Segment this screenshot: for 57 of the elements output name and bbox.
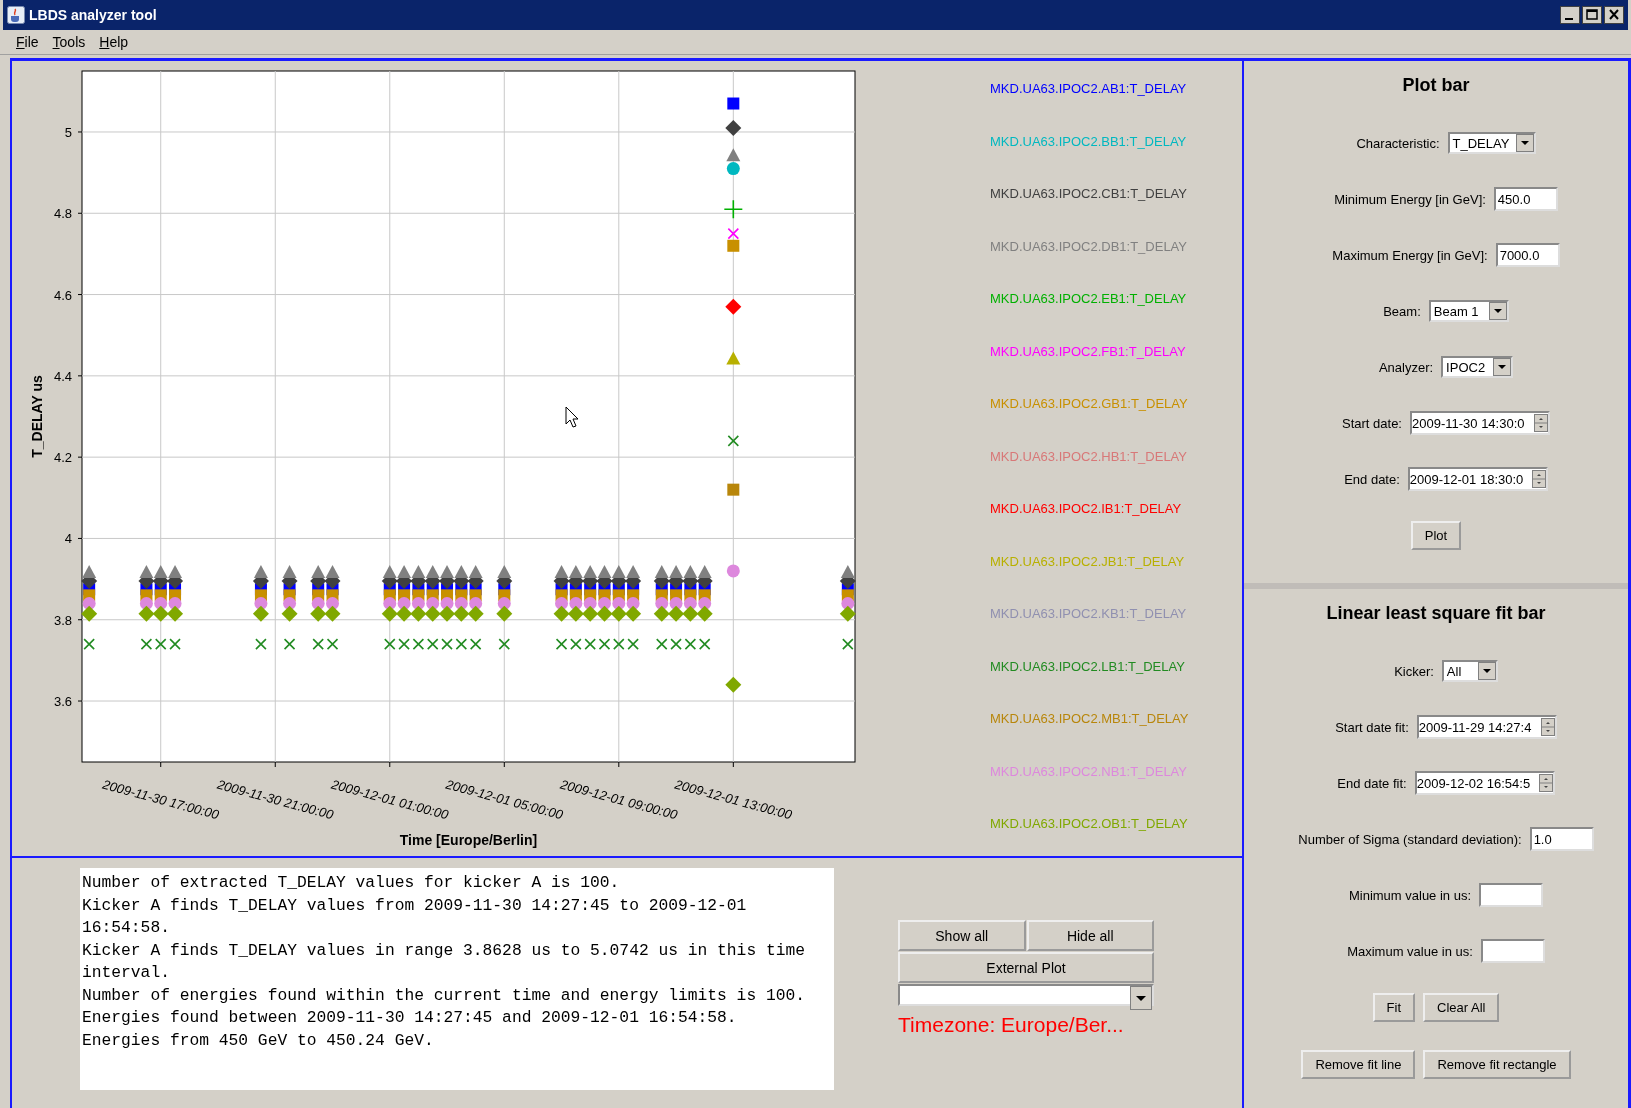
text-field[interactable]: 7000.0 — [1495, 243, 1560, 267]
log-line: Kicker A finds T_DELAY values in range 3.8628 us to 5.0742 us in this time interval. — [82, 939, 806, 984]
field-label: Start date fit: — [1335, 719, 1409, 735]
log-line: Kicker A finds T_DELAY values from 2009-11-30 14:27:45 to 2009-12-01 16:54:58. — [82, 894, 748, 939]
legend-item[interactable]: MKD.UA63.IPOC2.AB1:T_DELAY — [990, 79, 1189, 98]
date-spinner[interactable]: 2009-11-29 14:27:4 — [1416, 715, 1557, 739]
y-tick-label: 4.2 — [53, 450, 72, 466]
field-label: End date fit: — [1337, 775, 1407, 791]
y-tick-label: 4.8 — [53, 206, 72, 222]
date-spinner[interactable]: 2009-12-01 18:30:0 — [1407, 467, 1548, 491]
action-button[interactable]: Remove fit rectangle — [1423, 1050, 1571, 1079]
field-label: Beam: — [1383, 303, 1421, 319]
y-tick-label: 4.4 — [53, 368, 72, 384]
field-label: End date: — [1344, 471, 1400, 487]
text-field[interactable]: 450.0 — [1493, 187, 1558, 211]
text-field[interactable]: 1.0 — [1529, 827, 1594, 851]
dropdown[interactable]: T_DELAY — [1447, 132, 1536, 154]
window-title: LBDS analyzer tool — [29, 7, 157, 23]
field-label: Number of Sigma (standard deviation): — [1298, 831, 1522, 847]
dropdown[interactable]: Beam 1 — [1428, 300, 1509, 322]
section-title: Plot bar — [1402, 75, 1470, 97]
action-button[interactable]: Remove fit line — [1301, 1050, 1416, 1079]
dropdown[interactable]: All — [1441, 660, 1498, 682]
field-label: Maximum Energy [in GeV]: — [1332, 247, 1488, 263]
field-label: Minimum Energy [in GeV]: — [1334, 191, 1486, 207]
field-label: Kicker: — [1394, 663, 1434, 679]
section-title: Linear least square fit bar — [1326, 603, 1546, 625]
x-axis-title: Time [Europe/Berlin] — [399, 832, 538, 848]
field-label: Start date: — [1342, 415, 1402, 431]
action-button[interactable]: Fit — [1372, 993, 1415, 1022]
dropdown[interactable]: IPOC2 — [1441, 356, 1514, 378]
y-axis-title: T_DELAY us — [29, 375, 45, 458]
y-tick-label: 3.6 — [53, 694, 72, 710]
y-tick-label: 4.6 — [53, 287, 72, 303]
log-line: Number of energies found within the current time and energy limits is 100. — [82, 984, 806, 1007]
legend-item[interactable]: MKD.UA63.IPOC2.CB1:T_DELAY — [990, 184, 1189, 203]
y-tick-label: 5 — [64, 124, 72, 140]
menu-item[interactable]: File — [16, 34, 39, 50]
external-plot-button[interactable]: External Plot — [898, 952, 1154, 983]
field-label: Characteristic: — [1356, 135, 1440, 151]
log-line: Number of extracted T_DELAY values for kicker A is 100. — [82, 872, 621, 894]
menu-item[interactable]: Help — [99, 34, 129, 50]
log-line: Energies found between 2009-11-30 14:27:45 and 2009-12-01 16:54:58. — [82, 1007, 738, 1029]
y-tick-label: 4 — [64, 531, 72, 547]
toggle-button[interactable]: Show all — [898, 920, 1026, 951]
log-line: Energies from 450 GeV to 450.24 GeV. — [82, 1029, 435, 1052]
date-spinner[interactable]: 2009-11-30 14:30:0 — [1410, 411, 1550, 435]
field-label: Analyzer: — [1378, 359, 1434, 375]
action-button[interactable]: Clear All — [1423, 993, 1500, 1022]
action-button[interactable]: Plot — [1410, 521, 1462, 550]
timezone-label: Timezone: Europe/Ber... — [898, 1013, 1125, 1037]
toggle-button[interactable]: Hide all — [1026, 920, 1154, 951]
menu-item[interactable]: Tools — [52, 34, 86, 50]
date-spinner[interactable]: 2009-12-02 16:54:5 — [1414, 771, 1555, 795]
field-label: Maximum value in us: — [1347, 943, 1473, 959]
field-label: Minimum value in us: — [1348, 887, 1472, 903]
y-tick-label: 3.8 — [53, 612, 72, 628]
